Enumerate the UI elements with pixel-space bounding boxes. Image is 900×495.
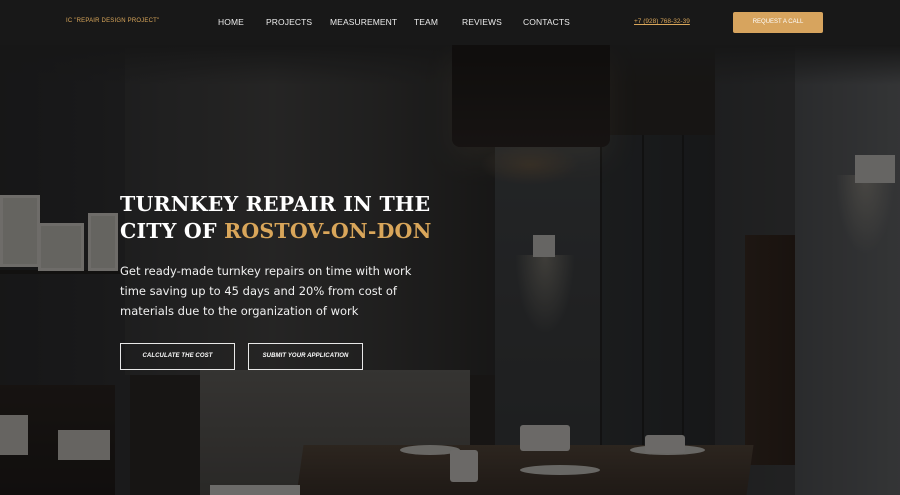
nav-link-reviews[interactable]: REVIEWS (462, 17, 502, 27)
nav-link-measurement[interactable]: MEASUREMENT (330, 17, 397, 27)
hero-title-city: ROSTOV-ON-DON (224, 219, 432, 243)
hero-title-line2-prefix: CITY OF (120, 219, 225, 243)
calculate-cost-button[interactable]: CALCULATE THE COST (120, 343, 235, 370)
nav-link-team[interactable]: TEAM (414, 17, 438, 27)
site-logo[interactable]: IC "REPAIR DESIGN PROJECT" (66, 18, 159, 24)
phone-link[interactable]: +7 (928) 768-32-39 (634, 18, 690, 25)
hero-section: TURNKEY REPAIR IN THE CITY OF ROSTOV-ON-… (0, 45, 900, 495)
hero-description: Get ready-made turnkey repairs on time w… (120, 264, 412, 318)
nav-link-home[interactable]: HOME (218, 17, 244, 27)
submit-application-button[interactable]: SUBMIT YOUR APPLICATION (248, 343, 363, 370)
hero-title: TURNKEY REPAIR IN THE CITY OF ROSTOV-ON-… (120, 191, 480, 245)
nav-link-projects[interactable]: PROJECTS (266, 17, 312, 27)
site-header: IC "REPAIR DESIGN PROJECT" HOME PROJECTS… (0, 0, 900, 45)
request-call-button[interactable]: REQUEST A CALL (733, 12, 823, 33)
hero-title-line1: TURNKEY REPAIR IN THE (120, 192, 431, 216)
nav-link-contacts[interactable]: CONTACTS (523, 17, 570, 27)
